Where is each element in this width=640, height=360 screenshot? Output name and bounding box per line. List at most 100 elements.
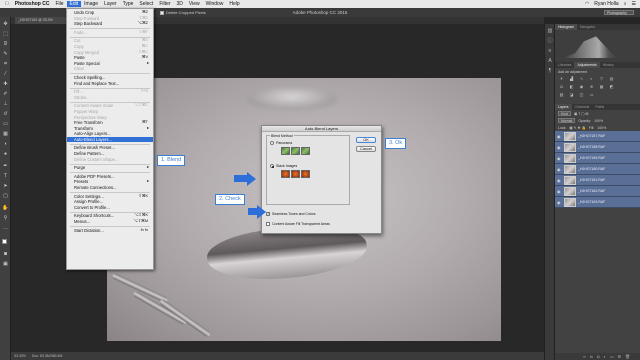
edit-menu-item[interactable]: Step Backward ⌥⌘Z	[67, 21, 153, 27]
menu-type[interactable]: Type	[120, 1, 137, 7]
adjustment-layer-icon[interactable]: ◐	[603, 354, 605, 359]
cancel-button[interactable]: Cancel	[356, 146, 376, 152]
content-aware-checkbox[interactable]	[266, 222, 270, 226]
eye-icon[interactable]: ◉	[557, 145, 562, 150]
layer-row[interactable]: ◉ _HJHO7158.RAF	[555, 142, 640, 153]
layer-row[interactable]: ◉ _HJHO7159.RAF	[555, 153, 640, 164]
kind-filter-select[interactable]: Kind	[558, 111, 572, 116]
quick-mask-icon[interactable]: ◙	[2, 251, 9, 258]
histogram-panel-icon[interactable]: ▥	[547, 28, 553, 34]
edit-menu-item[interactable]: Stroke...	[67, 95, 153, 101]
menu-image[interactable]: Image	[81, 1, 101, 7]
brightness-icon[interactable]: ☀	[558, 76, 565, 82]
channel-mixer-icon[interactable]: ⊕	[588, 84, 595, 90]
screen-mode-icon[interactable]: ▣	[2, 261, 9, 268]
menu-window[interactable]: Window	[203, 1, 227, 7]
edit-menu-item[interactable]: Auto-Blend Layers...	[67, 136, 153, 143]
stamp-tool-icon[interactable]: ⊥	[2, 101, 9, 108]
zoom-tool-icon[interactable]: ⚲	[2, 215, 9, 222]
hue-sat-icon[interactable]: ▤	[608, 76, 615, 82]
vibrance-icon[interactable]: ▽	[598, 76, 605, 82]
list-icon[interactable]: ☰	[632, 1, 636, 7]
threshold-icon[interactable]: ◪	[568, 92, 575, 98]
checkbox-box[interactable]	[160, 10, 164, 15]
eye-icon[interactable]: ◉	[557, 156, 562, 161]
mask-icon[interactable]: ◘	[597, 354, 599, 359]
zoom-level[interactable]: 33.33%	[14, 354, 26, 358]
menu-filter[interactable]: Filter	[156, 1, 173, 7]
invert-icon[interactable]: ◩	[608, 84, 615, 90]
color-lookup-icon[interactable]: ▦	[598, 84, 605, 90]
stack-images-option[interactable]: Stack Images	[270, 164, 297, 168]
edit-menu-item[interactable]: Define Custom Shape...	[67, 157, 153, 163]
new-layer-icon[interactable]: ⊞	[618, 354, 621, 359]
photo-filter-icon[interactable]: ◉	[578, 84, 585, 90]
edit-menu-item[interactable]: Remote Connections...	[67, 185, 153, 191]
edit-menu-item[interactable]: Purge ▸	[67, 165, 153, 171]
wifi-icon[interactable]: ◠	[585, 1, 589, 7]
link-icon[interactable]: ∞	[583, 354, 586, 359]
edit-menu-item[interactable]: Start Dictation... fn fn	[67, 228, 153, 234]
folder-icon[interactable]: ▭	[610, 354, 614, 359]
fill-value[interactable]: 100%	[597, 126, 606, 130]
panorama-option[interactable]: Panorama	[270, 141, 292, 145]
layer-row[interactable]: ◉ _HJHO7157.RAF	[555, 131, 640, 142]
path-select-tool-icon[interactable]: ➤	[2, 183, 9, 190]
menu-help[interactable]: Help	[226, 1, 242, 7]
brush-tool-icon[interactable]: ✐	[2, 91, 9, 98]
type-tool-icon[interactable]: T	[2, 173, 9, 180]
delete-cropped-checkbox[interactable]: Delete Cropped Pixels	[160, 10, 206, 15]
seamless-tones-checkbox[interactable]: ✓	[266, 212, 270, 216]
eyedropper-tool-icon[interactable]: ⁄	[2, 71, 9, 78]
quick-select-tool-icon[interactable]: ✎	[2, 51, 9, 58]
opacity-value[interactable]: 100%	[594, 119, 603, 123]
layer-row[interactable]: ◉ _HJHO7160.RAF	[555, 164, 640, 175]
layer-row[interactable]: ◉ _HJHO7162.RAF	[555, 186, 640, 197]
edit-menu-item[interactable]: Clear	[67, 66, 153, 72]
tab-libraries[interactable]: Libraries	[555, 62, 574, 68]
character-panel-icon[interactable]: A	[547, 58, 553, 64]
pen-tool-icon[interactable]: ✒	[2, 163, 9, 170]
tab-adjustments[interactable]: Adjustments	[574, 62, 600, 68]
stack-images-radio[interactable]	[270, 164, 274, 168]
posterize-icon[interactable]: ▨	[558, 92, 565, 98]
crop-tool-icon[interactable]: ⌗	[2, 61, 9, 68]
menu-view[interactable]: View	[186, 1, 203, 7]
eye-icon[interactable]: ◉	[557, 178, 562, 183]
tab-channels[interactable]: Channels	[572, 104, 593, 110]
history-brush-icon[interactable]: ↺	[2, 111, 9, 118]
menu-file[interactable]: File	[52, 1, 66, 7]
content-aware-option[interactable]: Content Aware Fill Transparent Areas	[266, 222, 330, 226]
levels-icon[interactable]: ▟	[568, 76, 575, 82]
tab-paths[interactable]: Paths	[592, 104, 607, 110]
gradient-map-icon[interactable]: ▭	[588, 92, 595, 98]
blend-mode-select[interactable]: Normal	[558, 118, 576, 123]
panorama-radio[interactable]	[270, 141, 274, 145]
eraser-tool-icon[interactable]: ▭	[2, 121, 9, 128]
menu-select[interactable]: Select	[136, 1, 156, 7]
paragraph-panel-icon[interactable]: ¶	[547, 68, 553, 74]
more-tools-icon[interactable]: …	[2, 225, 9, 232]
lock-icons[interactable]: ▦ ✎ ✥ 🔒	[569, 126, 585, 130]
shape-tool-icon[interactable]: ▢	[2, 193, 9, 200]
menu-3d[interactable]: 3D	[173, 1, 185, 7]
black-white-icon[interactable]: ◧	[568, 84, 575, 90]
user-name[interactable]: Ryan Holla	[594, 1, 618, 7]
curves-icon[interactable]: ∿	[578, 76, 585, 82]
marquee-tool-icon[interactable]: ⬚	[2, 31, 9, 38]
blur-tool-icon[interactable]: ◖	[2, 141, 9, 148]
tab-layers[interactable]: Layers	[555, 104, 572, 110]
edit-menu-item[interactable]: Fade... ⇧⌘F	[67, 30, 153, 36]
dodge-tool-icon[interactable]: ●	[2, 151, 9, 158]
workspace-select[interactable]: Photography	[604, 10, 634, 15]
lasso-tool-icon[interactable]: ᘐ	[2, 41, 9, 48]
seamless-tones-option[interactable]: ✓ Seamless Tones and Colors	[266, 212, 316, 216]
color-balance-icon[interactable]: ⚖	[558, 84, 565, 90]
menu-photoshop[interactable]: Photoshop CC	[12, 1, 53, 7]
apple-menu-icon[interactable]: 	[2, 1, 12, 7]
trash-icon[interactable]: 🗑	[625, 354, 630, 359]
properties-panel-icon[interactable]: ≡	[547, 48, 553, 54]
foreground-color-swatch[interactable]	[2, 239, 7, 244]
move-tool-icon[interactable]: ✥	[2, 21, 9, 28]
gradient-tool-icon[interactable]: ▦	[2, 131, 9, 138]
